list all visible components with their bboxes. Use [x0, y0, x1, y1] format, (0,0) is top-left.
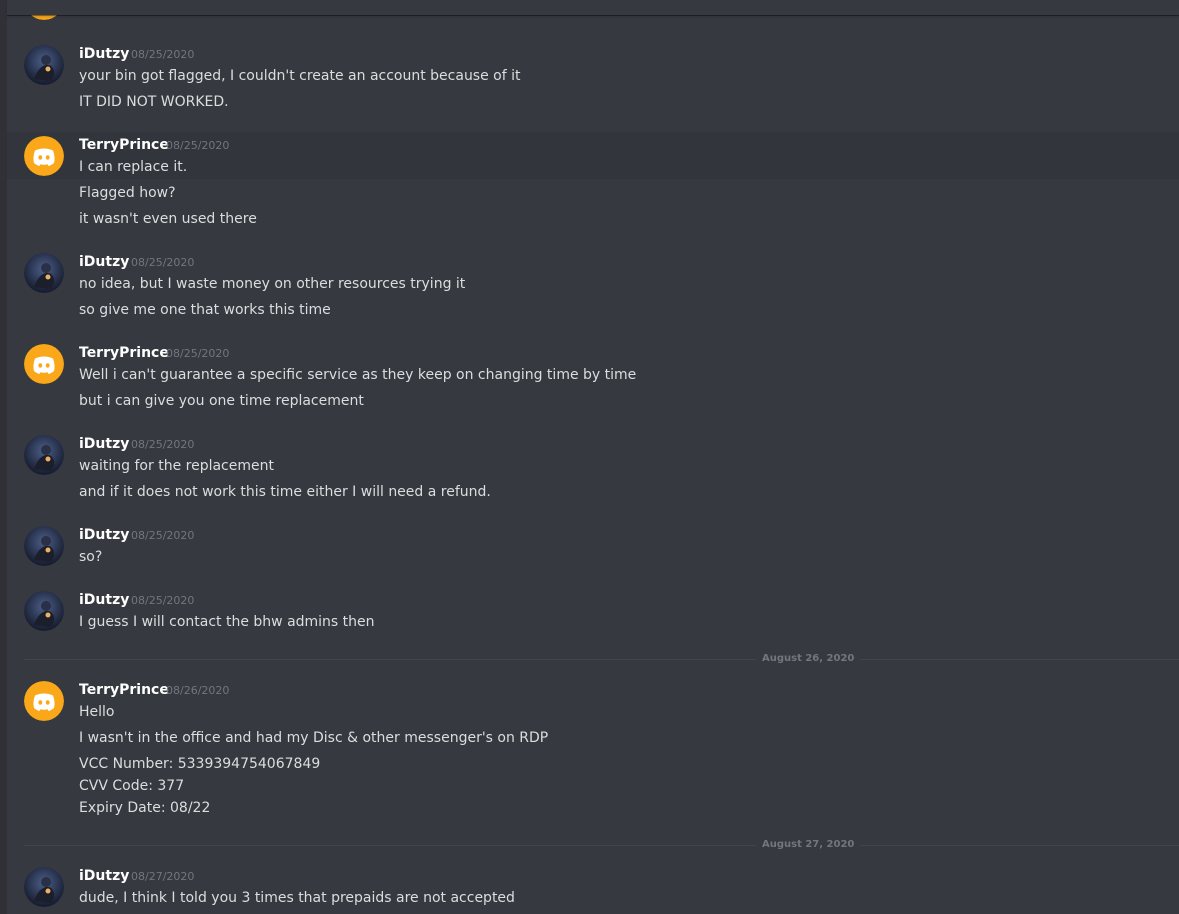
message-line: but i can give you one time replacement	[79, 393, 364, 409]
date-divider	[24, 845, 1179, 846]
discord-avatar-icon[interactable]	[24, 136, 64, 176]
date-divider-label: August 26, 2020	[756, 653, 861, 665]
message-line: and if it does not work this time either…	[79, 484, 491, 500]
date-divider	[24, 659, 1179, 660]
message-author[interactable]: iDutzy	[79, 526, 129, 544]
channel-header-shadow	[7, 0, 1179, 15]
message-line: Expiry Date: 08/22	[79, 800, 211, 816]
message-line: I wasn't in the office and had my Disc &…	[79, 730, 549, 746]
message-timestamp: 08/25/2020	[131, 438, 195, 451]
message-author[interactable]: iDutzy	[79, 591, 129, 609]
user-avatar-icon[interactable]	[24, 867, 64, 907]
message-line: so?	[79, 549, 103, 565]
message-timestamp: 08/25/2020	[131, 48, 195, 61]
message-author[interactable]: TerryPrince	[79, 344, 169, 362]
message-line: Flagged how?	[79, 185, 176, 201]
message-timestamp: 08/25/2020	[131, 594, 195, 607]
message-timestamp: 08/27/2020	[131, 870, 195, 883]
message-line: no idea, but I waste money on other reso…	[79, 276, 466, 292]
message-line: VCC Number: 5339394754067849	[79, 756, 321, 772]
message-line: your bin got flagged, I couldn't create …	[79, 68, 521, 84]
message-timestamp: 08/25/2020	[131, 256, 195, 269]
message-line: it wasn't even used there	[79, 211, 257, 227]
message-author[interactable]: iDutzy	[79, 867, 129, 885]
message-timestamp: 08/26/2020	[166, 684, 230, 697]
message-author[interactable]: TerryPrince	[79, 681, 169, 699]
message-author[interactable]: iDutzy	[79, 435, 129, 453]
message-line: I can replace it.	[79, 159, 188, 175]
user-avatar-icon[interactable]	[24, 591, 64, 631]
user-avatar-icon[interactable]	[24, 45, 64, 85]
left-panel-edge	[0, 0, 7, 914]
message-line: dude, I think I told you 3 times that pr…	[79, 890, 515, 906]
message-author[interactable]: iDutzy	[79, 45, 129, 63]
message-line: CVV Code: 377	[79, 778, 185, 794]
message-timestamp: 08/25/2020	[166, 347, 230, 360]
message-line: IT DID NOT WORKED.	[79, 94, 229, 110]
discord-avatar-icon[interactable]	[24, 681, 64, 721]
discord-avatar-icon[interactable]	[24, 344, 64, 384]
chat-window: I did read iDutzy 08/25/2020 your bin go…	[0, 0, 1179, 914]
message-line: Well i can't guarantee a specific servic…	[79, 367, 637, 383]
message-timestamp: 08/25/2020	[131, 529, 195, 542]
message-author[interactable]: iDutzy	[79, 253, 129, 271]
message-line: Hello	[79, 704, 115, 720]
message-line: waiting for the replacement	[79, 458, 274, 474]
user-avatar-icon[interactable]	[24, 435, 64, 475]
message-timestamp: 08/25/2020	[166, 139, 230, 152]
message-line: so give me one that works this time	[79, 302, 331, 318]
message-author[interactable]: TerryPrince	[79, 136, 169, 154]
user-avatar-icon[interactable]	[24, 253, 64, 293]
user-avatar-icon[interactable]	[24, 526, 64, 566]
date-divider-label: August 27, 2020	[756, 839, 861, 851]
message-line: I guess I will contact the bhw admins th…	[79, 614, 375, 630]
